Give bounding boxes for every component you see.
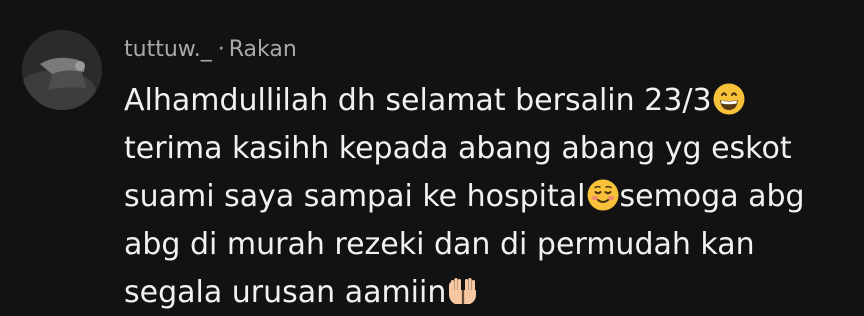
relation-label: Rakan [228, 37, 297, 62]
comment-line-text: semoga abg [619, 179, 805, 214]
username-link[interactable]: tuttuw._ [124, 37, 212, 62]
comment-line-text: Alhamdullilah dh selamat bersalin 23/3 [124, 83, 712, 118]
comment-text: Alhamdullilah dh selamat bersalin 23/3 t… [124, 77, 844, 316]
comment-line: segala urusan aamiin [124, 269, 844, 316]
avatar-photo [22, 30, 102, 110]
grinning-face-emoji-icon [712, 82, 746, 116]
comment-line-text: segala urusan aamiin [124, 275, 447, 310]
comment-line-text: terima kasihh kepada abang abang yg esko… [124, 131, 792, 166]
comment-line-text: suami saya sampai ke hospital [124, 179, 586, 214]
comment-line: suami saya sampai ke hospital semoga abg [124, 173, 844, 221]
meta-separator: · [217, 37, 225, 62]
comment-line: abg di murah rezeki dan di permudah kan [124, 221, 844, 269]
comment-line: Alhamdullilah dh selamat bersalin 23/3 [124, 77, 844, 125]
comment-meta: tuttuw._ · Rakan [124, 34, 297, 66]
comment-line-text: abg di murah rezeki dan di permudah kan [124, 227, 755, 262]
smiling-face-emoji-icon [586, 178, 620, 212]
comment-item: tuttuw._ · Rakan Alhamdullilah dh selamat … [0, 0, 864, 316]
avatar[interactable] [22, 30, 102, 110]
palms-up-together-emoji-icon [446, 274, 480, 308]
comment-line: terima kasihh kepada abang abang yg esko… [124, 125, 844, 173]
